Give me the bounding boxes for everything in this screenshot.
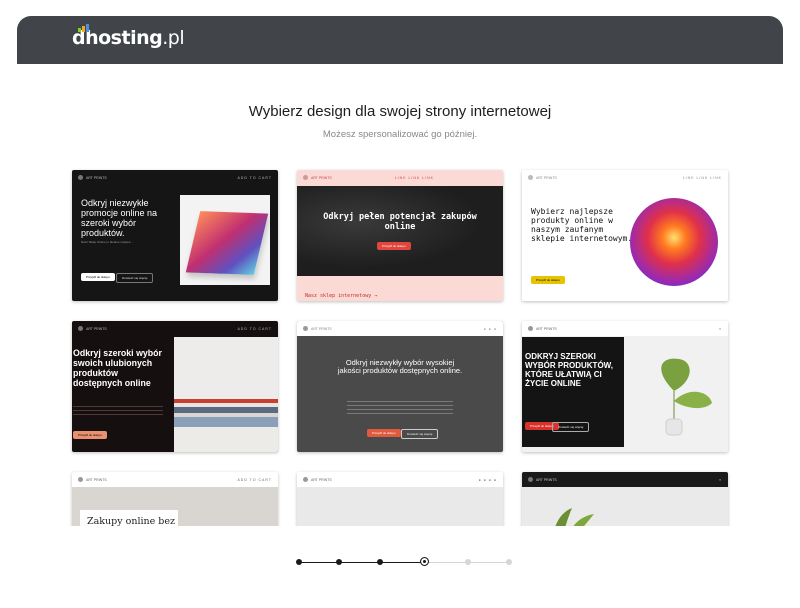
template-logo: ART PRINTS [86,477,107,482]
page-subtitle: Możesz spersonalizować go później. [322,129,478,140]
stepper-line-done [299,562,427,563]
template-primary-button: Przejdź do sklepu [531,276,565,284]
step-2[interactable] [336,559,342,565]
template-card-6[interactable]: ART PRINTS ≡ ODKRYJ SZEROKI WYBÓR PRODUK… [522,321,728,452]
template-headline: Odkryj szeroki wybór swoich ulubionych p… [73,348,162,388]
template-nav: ADD TO CART [237,175,272,180]
template-logo: ART PRINTS [86,326,107,331]
template-nav: LINK LINK LINK [682,175,722,180]
progress-stepper [296,556,512,568]
template-card-4[interactable]: ART PRINTS ADD TO CART Odkryj szeroki wy… [72,321,278,452]
template-nav: ≡ [718,477,722,482]
template-logo: ART PRINTS [311,175,332,180]
template-headline: Odkryj niezwykłe promocje online na szer… [81,198,158,239]
template-logo: ART PRINTS [311,477,332,482]
template-logo: ART PRINTS [86,175,107,180]
template-logo: ART PRINTS [536,326,557,331]
template-card-1[interactable]: ART PRINTS ADD TO CART Odkryj niezwykłe … [72,170,278,301]
template-secondary-button: Dowiedz się więcej [401,429,439,439]
template-headline: Wybierz najlepsze produkty online w nasz… [531,207,633,243]
template-primary-button: Przejdź do sklepu [377,242,411,250]
template-card-5[interactable]: ART PRINTS ● ● ● Odkryj niezwykły wybór … [297,321,503,452]
template-primary-button: Przejdź do sklepu [367,429,401,437]
template-card-3[interactable]: ART PRINTS LINK LINK LINK Wybierz najlep… [522,170,728,301]
page-title: Wybierz design dla swojej strony interne… [248,103,552,120]
template-text-placeholder [73,406,163,418]
template-image [180,195,270,285]
step-6 [506,559,512,565]
logo-bars-icon [78,24,89,32]
template-image [630,198,718,286]
template-text: Nasz Sklep Online to idealne miejsce... [81,240,134,244]
dhosting-logo[interactable]: dhosting .pl [72,24,185,49]
logo-tld: .pl [162,27,185,49]
template-footer-link: Nasz sklep internetowy → [305,293,378,299]
step-5 [465,559,471,565]
template-logo: ART PRINTS [311,326,332,331]
template-image [174,337,278,452]
template-logo: ART PRINTS [536,175,557,180]
template-nav: ● ● ● ● [478,477,497,482]
template-logo: ART PRINTS [536,477,557,482]
template-nav: ADD TO CART [237,326,272,331]
step-4-current[interactable] [420,557,429,566]
top-header-bar: dhosting .pl [17,16,783,64]
template-nav: ● ● ● [483,326,497,331]
step-3[interactable] [377,559,383,565]
template-secondary-button: Dowiedz się więcej [552,422,590,432]
template-text-placeholder [347,401,453,415]
step-1[interactable] [296,559,302,565]
template-headline: ODKRYJ SZEROKI WYBÓR PRODUKTÓW, KTÓRE UŁ… [525,352,613,388]
template-headline: Odkryj niezwykły wybór wysokiej jakości … [337,358,463,376]
plant-icon [661,358,712,436]
template-nav: ADD TO CART [237,477,272,482]
template-headline: Odkryj pełen potencjał zakupów online [323,212,477,232]
template-nav: ≡ [718,326,722,331]
template-primary-button: Przejdź do sklepu [73,431,107,439]
template-nav: LINK LINK LINK [394,175,434,180]
template-card-2[interactable]: ART PRINTS LINK LINK LINK Odkryj pełen p… [297,170,503,301]
template-primary-button: Przejdź do sklepu [81,273,115,281]
template-secondary-button: Dowiedz się więcej [116,273,154,283]
